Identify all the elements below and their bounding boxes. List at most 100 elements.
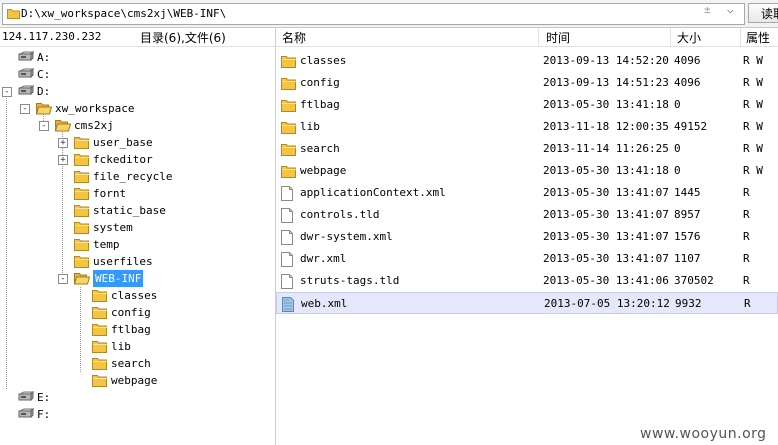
column-header-name[interactable]: 名称 bbox=[282, 29, 306, 46]
tree-node-label: classes bbox=[111, 289, 158, 302]
tree-node-cms2xj[interactable]: - cms2xj bbox=[0, 117, 275, 134]
directory-count: 目录(6),文件(6) bbox=[140, 31, 226, 45]
file-name: webpage bbox=[300, 164, 347, 177]
tree-node-label: WEB-INF bbox=[93, 270, 144, 287]
tree-node-search[interactable]: search bbox=[0, 355, 275, 372]
folder-icon bbox=[7, 8, 20, 22]
collapse-icon[interactable]: - bbox=[39, 121, 49, 131]
file-row[interactable]: webpage 2013-05-30 13:41:18 0 R W bbox=[276, 160, 778, 182]
history-toggle[interactable]: ± bbox=[704, 3, 711, 16]
file-row[interactable]: ftlbag 2013-05-30 13:41:18 0 R W bbox=[276, 94, 778, 116]
tree-node-e[interactable]: E: bbox=[0, 389, 275, 406]
tree-node-lib[interactable]: lib bbox=[0, 338, 275, 355]
file-size: 0 bbox=[674, 142, 681, 155]
tree-node-fornt[interactable]: fornt bbox=[0, 185, 275, 202]
file-size: 4096 bbox=[674, 76, 701, 89]
file-size: 9932 bbox=[675, 297, 702, 310]
file-attr: R W bbox=[743, 142, 763, 155]
collapse-icon[interactable]: - bbox=[2, 87, 12, 97]
tree-node-label: D: bbox=[37, 85, 51, 98]
tree-node-system[interactable]: system bbox=[0, 219, 275, 236]
file-attr: R W bbox=[743, 120, 763, 133]
file-time: 2013-05-30 13:41:07 bbox=[543, 186, 669, 199]
tree-node-fckeditor[interactable]: + fckeditor bbox=[0, 151, 275, 168]
file-row[interactable]: web.xml 2013-07-05 13:20:12 9932 R bbox=[276, 292, 778, 314]
tree-node-config[interactable]: config bbox=[0, 304, 275, 321]
tree-node-label: C: bbox=[37, 68, 51, 81]
tree-node-label: system bbox=[93, 221, 133, 234]
file-size: 0 bbox=[674, 98, 681, 111]
tree-node-label: file_recycle bbox=[93, 170, 173, 183]
tree-node-xw-workspace[interactable]: - xw_workspace bbox=[0, 100, 275, 117]
column-header-time[interactable]: 时间 bbox=[546, 29, 570, 46]
file-size: 0 bbox=[674, 164, 681, 177]
file-attr: R bbox=[743, 208, 750, 221]
tree-node-static-base[interactable]: static_base bbox=[0, 202, 275, 219]
column-header-attr[interactable]: 属性 bbox=[746, 29, 770, 46]
tree-node-a[interactable]: A: bbox=[0, 49, 275, 66]
chevron-down-icon[interactable]: ⌵ bbox=[727, 3, 734, 16]
drive-icon bbox=[18, 407, 35, 425]
tree-node-c[interactable]: C: bbox=[0, 66, 275, 83]
path-input[interactable]: D:\xw_workspace\cms2xj\WEB-INF\ bbox=[2, 3, 745, 25]
file-row[interactable]: dwr-system.xml 2013-05-30 13:41:07 1576 R bbox=[276, 226, 778, 248]
tree-node-d[interactable]: - D: bbox=[0, 83, 275, 100]
file-row[interactable]: classes 2013-09-13 14:52:20 4096 R W bbox=[276, 50, 778, 72]
tree-node-web-inf[interactable]: - WEB-INF bbox=[0, 270, 275, 287]
tree-node-ftlbag[interactable]: ftlbag bbox=[0, 321, 275, 338]
column-separator[interactable] bbox=[740, 28, 741, 46]
tree-node-label: fornt bbox=[93, 187, 127, 200]
file-name: dwr.xml bbox=[300, 252, 347, 265]
tree-node-label: search bbox=[111, 357, 151, 370]
file-time: 2013-09-13 14:52:20 bbox=[543, 54, 669, 67]
tree-node-label: A: bbox=[37, 51, 51, 64]
tree-node-label: config bbox=[111, 306, 151, 319]
file-row[interactable]: controls.tld 2013-05-30 13:41:07 8957 R bbox=[276, 204, 778, 226]
file-row[interactable]: search 2013-11-14 11:26:25 0 R W bbox=[276, 138, 778, 160]
tree-node-temp[interactable]: temp bbox=[0, 236, 275, 253]
tree-node-classes[interactable]: classes bbox=[0, 287, 275, 304]
tree-node-label: user_base bbox=[93, 136, 153, 149]
file-row[interactable]: dwr.xml 2013-05-30 13:41:07 1107 R bbox=[276, 248, 778, 270]
tree-node-label: temp bbox=[93, 238, 120, 251]
tree-node-userfiles[interactable]: userfiles bbox=[0, 253, 275, 270]
tree-node-webpage[interactable]: webpage bbox=[0, 372, 275, 389]
expand-icon[interactable]: + bbox=[58, 138, 68, 148]
expand-icon[interactable]: + bbox=[58, 155, 68, 165]
file-time: 2013-05-30 13:41:07 bbox=[543, 252, 669, 265]
tree-node-file-recycle[interactable]: file_recycle bbox=[0, 168, 275, 185]
file-attr: R W bbox=[743, 54, 763, 67]
file-name: applicationContext.xml bbox=[300, 186, 446, 199]
file-row[interactable]: struts-tags.tld 2013-05-30 13:41:06 370502… bbox=[276, 270, 778, 292]
column-separator[interactable] bbox=[538, 28, 539, 46]
file-size: 4096 bbox=[674, 54, 701, 67]
file-size: 1445 bbox=[674, 186, 701, 199]
tree-node-label: userfiles bbox=[93, 255, 153, 268]
file-attr: R W bbox=[743, 76, 763, 89]
column-separator[interactable] bbox=[670, 28, 671, 46]
column-header-size[interactable]: 大小 bbox=[677, 29, 701, 46]
file-size: 1107 bbox=[674, 252, 701, 265]
server-ip: 124.117.230.232 bbox=[2, 30, 102, 43]
file-time: 2013-09-13 14:51:23 bbox=[543, 76, 669, 89]
file-time: 2013-07-05 13:20:12 bbox=[544, 297, 670, 310]
file-row[interactable]: config 2013-09-13 14:51:23 4096 R W bbox=[276, 72, 778, 94]
file-row[interactable]: applicationContext.xml 2013-05-30 13:41:0… bbox=[276, 182, 778, 204]
read-button[interactable]: 读取 bbox=[748, 3, 778, 23]
collapse-icon[interactable]: - bbox=[20, 104, 30, 114]
tree-node-user-base[interactable]: + user_base bbox=[0, 134, 275, 151]
file-name: dwr-system.xml bbox=[300, 230, 393, 243]
file-row[interactable]: lib 2013-11-18 12:00:35 49152 R W bbox=[276, 116, 778, 138]
file-size: 49152 bbox=[674, 120, 708, 133]
tree-node-label: fckeditor bbox=[93, 153, 153, 166]
file-name: classes bbox=[300, 54, 347, 67]
path-text: D:\xw_workspace\cms2xj\WEB-INF\ bbox=[21, 7, 227, 20]
file-name: lib bbox=[300, 120, 320, 133]
tree-node-label: xw_workspace bbox=[55, 102, 135, 115]
collapse-icon[interactable]: - bbox=[58, 274, 68, 284]
tree-node-f[interactable]: F: bbox=[0, 406, 275, 423]
file-time: 2013-05-30 13:41:06 bbox=[543, 274, 669, 287]
file-name: web.xml bbox=[301, 297, 348, 310]
tree-node-label: E: bbox=[37, 391, 51, 404]
folder-tree: A: C: - D: - xw_workspace - cms2xj + user_base + fc… bbox=[0, 47, 275, 445]
